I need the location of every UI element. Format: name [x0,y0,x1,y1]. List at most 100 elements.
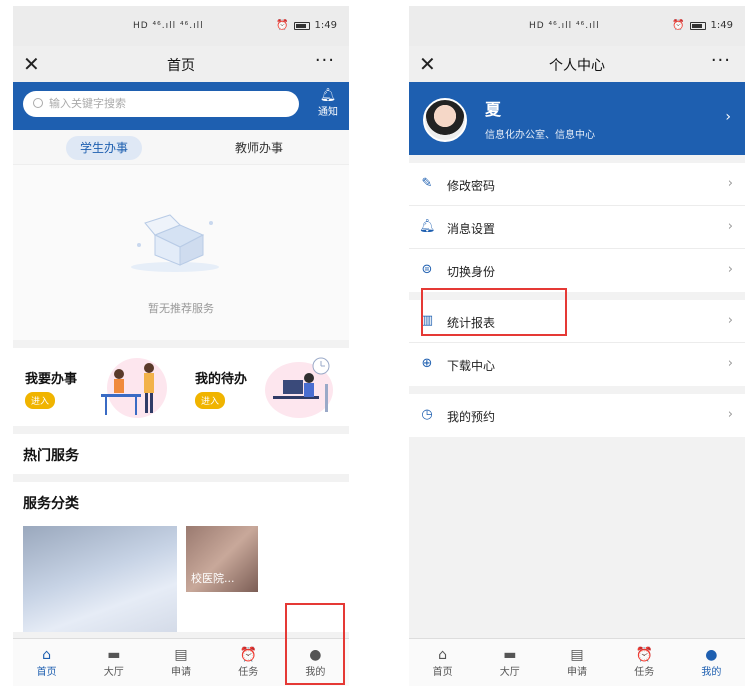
category-tile-hospital[interactable]: 校医院... [186,526,258,592]
profile-header[interactable]: 夏 信息化办公室、信息中心 › [409,82,745,155]
tabbar-label: 申请 [567,667,587,678]
alarm-icon: ⏰ [672,20,685,31]
user-department: 信息化办公室、信息中心 [485,130,595,141]
tabbar-label: 首页 [432,667,453,678]
menu-item-my-booking[interactable]: ◷ 我的预约 › [409,394,745,437]
search-icon [33,98,43,108]
tabbar-hall[interactable]: ▬ 大厅 [80,639,147,686]
menu-item-change-password[interactable]: ✎ 修改密码 › [409,163,745,206]
profile-screen: HD ⁴⁶.ıll ⁴⁶.ıll ⏰ 1:49 ✕ 个人中心 ··· 夏 信息化… [409,6,745,686]
category-tile-label: 校医院... [191,572,235,585]
notify-button[interactable]: 🔔︎ 通知 [313,88,343,118]
empty-text: 暂无推荐服务 [148,302,214,315]
user-name: 夏 [485,100,502,119]
document-icon: ▤ [174,647,188,663]
edit-icon: ✎ [421,176,433,191]
page-title: 首页 [167,58,195,74]
tab-student[interactable]: 学生办事 [66,136,142,160]
tabbar-label: 任务 [634,667,655,678]
enter-badge[interactable]: 进入 [25,392,56,409]
service-category-section: 服务分类 [13,482,349,522]
highlight-box-statistics [421,288,567,336]
empty-box-illustration [131,214,219,272]
menu-item-label: 我的预约 [447,410,496,424]
battery-icon [689,21,706,30]
recommend-panel: 暂无推荐服务 [13,164,349,340]
chevron-right-icon: › [727,219,733,234]
quick-card-my-todo[interactable]: 我的待办 进入 [183,348,343,426]
more-icon[interactable]: ··· [315,50,335,71]
home-icon: ⌂ [42,647,52,663]
tabbar-label: 申请 [171,667,191,678]
tabbar-apply[interactable]: ▤ 申请 [147,639,214,686]
signal-indicator: HD ⁴⁶.ıll ⁴⁶.ıll [529,21,600,31]
quick-card-todo-apply[interactable]: 我要办事 进入 [13,348,173,426]
status-bar: HD ⁴⁶.ıll ⁴⁶.ıll ⏰ 1:49 [13,6,349,46]
alarm-icon: ⏰ [239,647,257,663]
chevron-right-icon: › [727,176,733,191]
user-icon: ● [705,647,718,663]
desk-illustration [265,357,333,418]
role-tabs: 学生办事 教师办事 [13,130,349,164]
bell-icon: 🔔︎ [319,88,337,103]
quick-card-title: 我要办事 [25,372,78,387]
office-illustration [101,358,167,418]
tabbar-hall[interactable]: ▬ 大厅 [476,639,543,686]
quick-card-title: 我的待办 [195,372,248,387]
menu-item-label: 消息设置 [447,222,496,236]
hot-services-section: 热门服务 [13,434,349,474]
enter-badge[interactable]: 进入 [195,392,226,409]
chevron-right-icon: › [727,313,733,328]
status-time: 1:49 [710,20,733,31]
avatar [423,98,467,142]
tabbar-label: 大厅 [499,667,520,678]
tabbar-mine[interactable]: ● 我的 [678,639,745,686]
alarm-icon: ⏰ [635,647,653,663]
tabbar-home[interactable]: ⌂ 首页 [409,639,476,686]
menu-item-message-settings[interactable]: 🔔︎ 消息设置 › [409,206,745,249]
status-bar: HD ⁴⁶.ıll ⁴⁶.ıll ⏰ 1:49 [409,6,745,46]
search-input[interactable]: 输入关键字搜索 [23,91,299,117]
notify-label: 通知 [318,107,338,118]
service-category-title: 服务分类 [23,496,79,512]
title-bar: ✕ 个人中心 ··· [409,46,745,82]
search-placeholder: 输入关键字搜索 [49,97,126,110]
quick-actions: 我要办事 进入 我的待办 进入 [13,348,349,426]
bell-icon: 🔔︎ [419,219,436,234]
more-icon[interactable]: ··· [711,50,731,71]
menu-group-booking: ◷ 我的预约 › [409,394,745,437]
switch-icon: ⊜ [421,262,433,277]
menu-item-label: 修改密码 [447,179,496,193]
document-icon: ▤ [570,647,584,663]
menu-item-label: 切换身份 [447,265,496,279]
download-icon: ⊕ [421,356,433,371]
alarm-icon: ⏰ [276,20,289,31]
battery-icon [293,21,310,30]
tabbar-label: 任务 [238,667,259,678]
tabbar-label: 首页 [36,667,57,678]
chevron-right-icon: › [725,109,731,125]
hall-icon: ▬ [107,647,121,663]
menu-item-download-center[interactable]: ⊕ 下载中心 › [409,343,745,386]
hot-services-title: 热门服务 [23,448,79,464]
tab-teacher[interactable]: 教师办事 [235,136,283,160]
menu-item-switch-identity[interactable]: ⊜ 切换身份 › [409,249,745,292]
clock-icon: ◷ [421,407,433,422]
status-time: 1:49 [314,20,337,31]
signal-indicator: HD ⁴⁶.ıll ⁴⁶.ıll [133,21,204,31]
tabbar-label: 我的 [701,667,722,678]
hall-icon: ▬ [503,647,517,663]
chevron-right-icon: › [727,262,733,277]
tabbar-home[interactable]: ⌂ 首页 [13,639,80,686]
bottom-tabbar: ⌂ 首页 ▬ 大厅 ▤ 申请 ⏰ 任务 ● 我的 [409,638,745,686]
category-tile-building[interactable] [23,526,177,632]
page-title: 个人中心 [549,58,605,74]
menu-group-account: ✎ 修改密码 › 🔔︎ 消息设置 › ⊜ 切换身份 › [409,163,745,292]
tabbar-label: 大厅 [103,667,124,678]
home-icon: ⌂ [438,647,448,663]
chevron-right-icon: › [727,356,733,371]
tabbar-task[interactable]: ⏰ 任务 [215,639,282,686]
tabbar-task[interactable]: ⏰ 任务 [611,639,678,686]
search-band: 输入关键字搜索 🔔︎ 通知 [13,82,349,130]
tabbar-apply[interactable]: ▤ 申请 [543,639,610,686]
